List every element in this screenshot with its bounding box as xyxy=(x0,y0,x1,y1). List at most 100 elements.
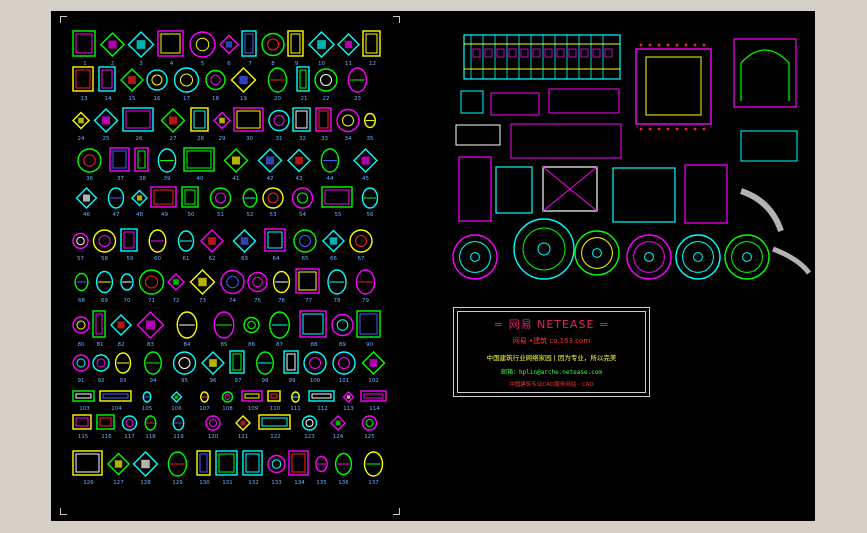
ceiling-light xyxy=(675,127,679,131)
small-panel xyxy=(460,90,484,114)
ornament-inner xyxy=(99,417,112,427)
part-number-label: 62 xyxy=(209,256,216,262)
ornament-diamond-core xyxy=(361,156,370,165)
part-number-label: 112 xyxy=(317,406,328,412)
ceiling-light xyxy=(639,43,643,47)
ornament-inner xyxy=(365,33,378,54)
part-number-label: 54 xyxy=(299,212,306,218)
part-number-label: 114 xyxy=(369,406,380,412)
part-number-label: 93 xyxy=(120,378,127,384)
part-number-label: 44 xyxy=(327,176,334,182)
ornament-diamond-core xyxy=(329,237,338,245)
title-block-heading: = 网易 NETEASE = xyxy=(493,318,610,331)
part-number-label: 101 xyxy=(339,378,350,384)
title-block-stamp: = 网易 NETEASE = 网易 •建筑 co.163.com 中国建筑行业网… xyxy=(453,307,650,397)
ornament-rosette xyxy=(336,108,360,133)
part-number-label: 56 xyxy=(367,212,374,218)
part-number-label: 11 xyxy=(345,61,352,67)
ornament-diamond-core xyxy=(83,194,90,202)
facade-window xyxy=(580,48,589,58)
part-number-label: 10 xyxy=(318,61,325,67)
ornament-rosette-core xyxy=(96,358,106,368)
ceiling-medallion-ring xyxy=(522,227,566,271)
part-number-label: 51 xyxy=(217,212,224,218)
ornament-inner xyxy=(184,189,196,205)
ornament-rosette xyxy=(220,269,245,295)
ornament-rosette-core xyxy=(355,235,367,247)
ceiling-medallion-center xyxy=(470,252,480,262)
part-number-label: 45 xyxy=(362,176,369,182)
part-number-label: 98 xyxy=(262,378,269,384)
ceiling-light xyxy=(702,43,706,47)
part-number-label: 28 xyxy=(197,136,204,142)
part-number-label: 128 xyxy=(140,480,151,486)
part-number-label: 113 xyxy=(343,406,354,412)
ceiling-medallion-center xyxy=(742,252,752,262)
ornament-inner xyxy=(75,393,92,399)
ornament-rosette-core xyxy=(336,319,349,331)
ceiling-light xyxy=(657,43,661,47)
part-number-label: 106 xyxy=(171,406,182,412)
part-number-label: 61 xyxy=(183,256,190,262)
ornament-inner xyxy=(311,393,332,399)
ornament-inner xyxy=(101,69,113,89)
ornament-rosette xyxy=(291,187,314,209)
part-number-label: 121 xyxy=(238,434,249,440)
ornament-inner xyxy=(186,150,212,169)
ornament-diamond-core xyxy=(198,277,207,287)
ornament-diamond-core xyxy=(174,395,179,399)
ceiling-medallion-ring xyxy=(682,241,714,273)
part-number-label: 135 xyxy=(316,480,327,486)
ornament-rosette xyxy=(361,415,378,431)
facade-window xyxy=(544,48,553,58)
curved-stair xyxy=(772,246,812,275)
ornament-inner xyxy=(123,231,135,249)
part-number-label: 116 xyxy=(101,434,112,440)
ornament-inner xyxy=(261,417,288,427)
facade-window xyxy=(472,48,481,58)
ornament-rosette-core xyxy=(309,357,321,369)
part-number-label: 39 xyxy=(164,176,171,182)
cad-drawing-canvas[interactable]: 1 2 3 4 5 6 7 8 9 10 11 12 13 14 15 16 17 18 19 20 21 22 23 24 2… xyxy=(51,11,815,521)
part-number-label: 97 xyxy=(235,378,242,384)
part-number-label: 30 xyxy=(246,136,253,142)
ceiling-medallion-ring xyxy=(731,241,763,273)
ornament-inner xyxy=(232,353,242,371)
ornament-rosette xyxy=(77,148,102,173)
part-number-label: 137 xyxy=(368,480,379,486)
part-number-label: 85 xyxy=(221,342,228,348)
part-number-label: 122 xyxy=(270,434,281,440)
ornament-rosette xyxy=(268,109,290,132)
part-number-label: 38 xyxy=(139,176,146,182)
curved-stair xyxy=(739,188,784,233)
ceiling-light xyxy=(693,127,697,131)
part-number-label: 89 xyxy=(339,342,346,348)
ornament-diamond-core xyxy=(335,420,341,426)
ornament-diamond-core xyxy=(344,40,353,49)
part-number-label: 25 xyxy=(103,136,110,142)
part-number-label: 60 xyxy=(154,256,161,262)
ornament-frame xyxy=(258,414,291,430)
ornament-rosette-core xyxy=(178,357,191,369)
ornament-inner xyxy=(359,313,378,335)
ornament-diamond-core xyxy=(346,395,351,399)
ornament-diamond-core xyxy=(209,359,217,367)
ornament-frame xyxy=(308,390,335,402)
part-number-label: 78 xyxy=(334,298,341,304)
facade-window xyxy=(604,48,613,58)
ceiling-medallion-ring xyxy=(633,241,665,273)
part-number-label: 2 xyxy=(111,61,115,67)
part-number-label: 131 xyxy=(222,480,233,486)
ornament-inner xyxy=(95,313,103,335)
part-number-label: 104 xyxy=(111,406,122,412)
ornament-rosette xyxy=(301,415,318,431)
facade-window xyxy=(568,48,577,58)
ornament-frame xyxy=(287,30,304,57)
part-number-label: 94 xyxy=(150,378,157,384)
title-block-footer: 中国建筑专业CAD服务网站 - CAD xyxy=(509,382,594,388)
ornament-diamond-core xyxy=(136,40,146,49)
ornament-rosette-core xyxy=(224,394,231,400)
part-number-label: 79 xyxy=(362,298,369,304)
ceiling-light xyxy=(639,127,643,131)
ceiling-light xyxy=(657,127,661,131)
